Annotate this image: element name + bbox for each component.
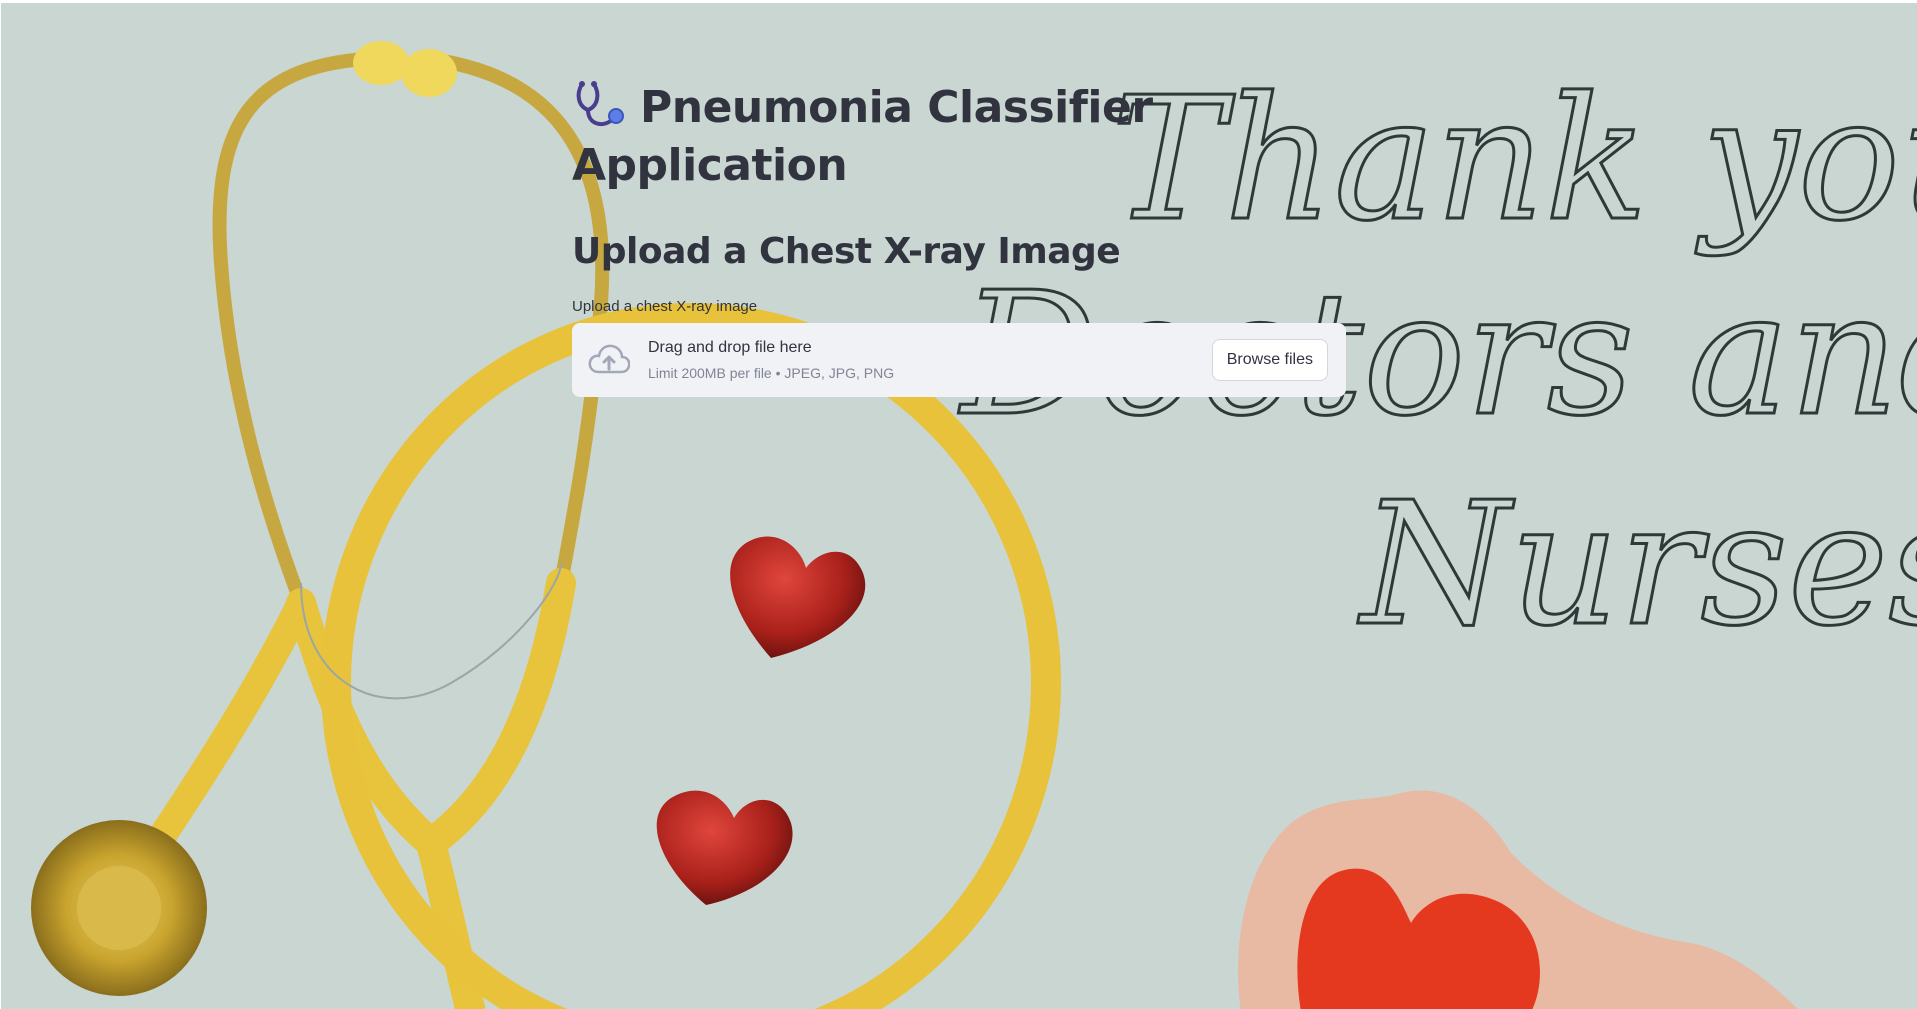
file-limit-text: Limit 200MB per file • JPEG, JPG, PNG: [648, 365, 895, 381]
page-title: Pneumonia Classifier Application: [572, 79, 1347, 195]
main-content: Pneumonia Classifier Application Upload …: [572, 79, 1347, 397]
dropzone-instructions: Drag and drop file here Limit 200MB per …: [648, 337, 1212, 383]
heart-chocolate-1: [730, 536, 866, 658]
cloud-upload-icon: [588, 344, 630, 374]
page-title-text: Pneumonia Classifier Application: [572, 82, 1153, 191]
app-window: Thank you Doctors and Nurses Pneumonia C…: [0, 0, 1917, 1009]
file-dropzone[interactable]: Drag and drop file here Limit 200MB per …: [572, 323, 1346, 397]
heart-chocolate-2: [656, 790, 793, 905]
browse-files-button[interactable]: Browse files: [1211, 339, 1328, 381]
svg-text:Nurses: Nurses: [1357, 466, 1917, 664]
upload-subheader: Upload a Chest X-ray Image: [572, 231, 1121, 272]
file-uploader-label: Upload a chest X-ray image: [572, 298, 758, 315]
stethoscope-icon: [576, 81, 624, 127]
drop-text: Drag and drop file here: [648, 339, 812, 356]
hand-with-heart-illustration: [1238, 790, 1798, 1009]
